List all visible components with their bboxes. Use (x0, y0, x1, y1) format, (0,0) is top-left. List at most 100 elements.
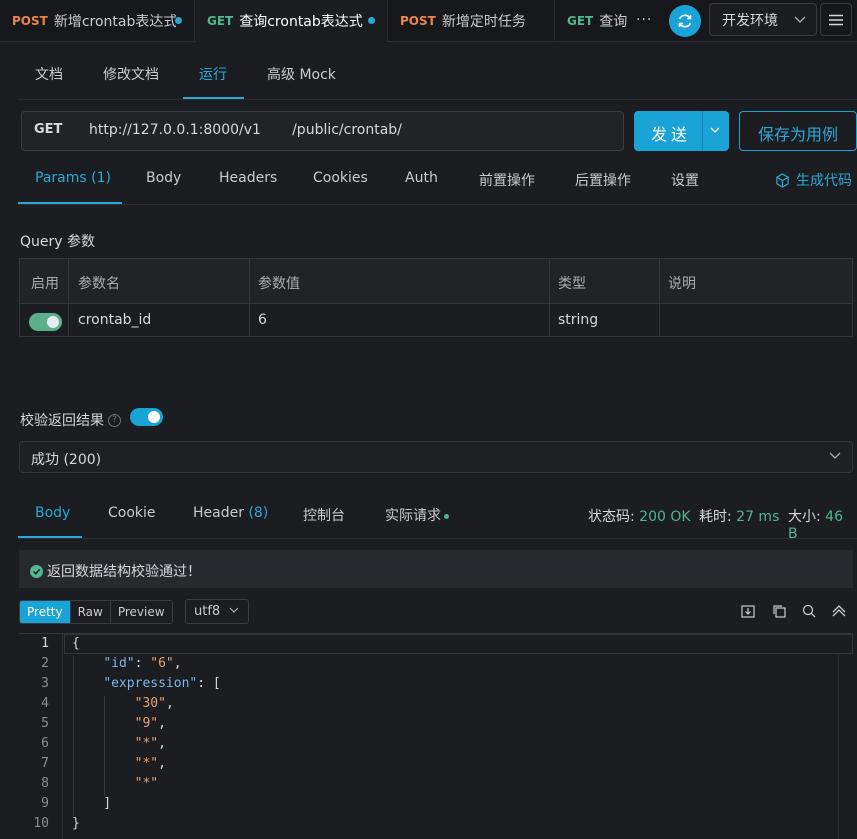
param-enabled-toggle[interactable] (29, 313, 62, 331)
code-line: "30", (134, 696, 174, 711)
col-name: 参数名 (78, 276, 120, 292)
size-label: 大小: (788, 509, 821, 525)
tab-auth[interactable]: Auth (405, 170, 438, 186)
generate-code-button[interactable]: 生成代码 (775, 170, 852, 190)
response-tab-header[interactable]: Header (8) (193, 505, 268, 521)
download-icon[interactable] (740, 603, 756, 619)
response-tab-console[interactable]: 控制台 (303, 505, 345, 525)
param-name-cell[interactable]: crontab_id (78, 312, 151, 328)
params-table: 启用 参数名 参数值 类型 说明 crontab_id 6 string (19, 258, 853, 337)
verify-response-row: 校验返回结果 ? (20, 410, 121, 430)
format-raw[interactable]: Raw (71, 601, 111, 623)
response-status-select[interactable] (19, 441, 853, 473)
response-tab-cookie[interactable]: Cookie (108, 505, 156, 521)
tab-body[interactable]: Body (146, 170, 181, 186)
request-tab-get-crontab[interactable]: GET 查询crontab表达式 (195, 0, 388, 42)
col-desc: 说明 (668, 276, 696, 292)
verify-label: 校验返回结果 (20, 413, 104, 429)
chevron-down-icon (829, 452, 841, 459)
tab-method: GET (567, 14, 594, 28)
code-line: } (72, 816, 80, 831)
current-line-highlight (64, 634, 853, 654)
divider (18, 538, 857, 539)
request-tab-post-task[interactable]: POST 新增定时任务 (388, 0, 555, 42)
subnav-docs[interactable]: 文档 (35, 64, 63, 84)
request-tab-get-query[interactable]: GET 查询 (555, 0, 630, 42)
tab-cookies[interactable]: Cookies (313, 170, 368, 186)
line-number: 7 (41, 756, 49, 771)
format-preview[interactable]: Preview (111, 601, 172, 623)
encoding-label: utf8 (194, 604, 221, 619)
param-type-cell[interactable]: string (558, 312, 598, 328)
header-count: (8) (248, 505, 269, 521)
url-text[interactable]: http://127.0.0.1:8000/v1 /public/crontab… (89, 122, 402, 138)
json-key: "expression" (103, 676, 198, 691)
subnav-edit-docs[interactable]: 修改文档 (103, 64, 159, 84)
response-tab-header-label: Header (193, 505, 244, 521)
code-line: "*" (72, 776, 158, 791)
menu-icon[interactable] (820, 3, 852, 36)
format-pretty[interactable]: Pretty (20, 601, 71, 623)
chevron-down-icon[interactable] (710, 127, 720, 134)
size-stat: 大小: 46 B (788, 506, 857, 542)
line-number: 4 (41, 696, 49, 711)
active-indicator (18, 202, 122, 204)
time-label: 耗时: (699, 509, 732, 525)
time-stat: 耗时: 27 ms (699, 506, 779, 526)
json-key: "id" (103, 656, 135, 671)
environment-label: 开发环境 (722, 12, 778, 29)
param-value-cell[interactable]: 6 (258, 312, 267, 328)
time-value: 27 ms (736, 509, 780, 525)
line-number: 6 (41, 736, 49, 751)
help-icon[interactable]: ? (108, 413, 121, 427)
status-code-label: 状态码: (588, 509, 635, 525)
environment-select[interactable]: 开发环境 (709, 3, 817, 36)
sync-icon[interactable] (669, 5, 701, 37)
search-icon[interactable] (801, 603, 817, 619)
line-number: 5 (41, 716, 49, 731)
json-string: "*" (134, 776, 159, 791)
tab-params[interactable]: Params (1) (35, 170, 111, 186)
line-number: 10 (33, 816, 49, 831)
tab-settings[interactable]: 设置 (671, 170, 699, 190)
code-line: "id": "6", (103, 656, 182, 671)
chevron-down-icon (794, 16, 806, 23)
method-select[interactable]: GET (34, 122, 62, 137)
save-as-case-label: 保存为用例 (758, 125, 839, 144)
copy-icon[interactable] (771, 603, 787, 619)
encoding-select[interactable]: utf8 (185, 599, 249, 624)
tab-pre-actions[interactable]: 前置操作 (479, 170, 535, 190)
editor-scrollbar[interactable] (838, 654, 853, 839)
unsaved-dot (368, 17, 375, 24)
line-number-gutter: 1 2 3 4 5 6 7 8 9 10 (19, 634, 63, 839)
collapse-icon[interactable] (831, 603, 847, 619)
format-switch: Pretty Raw Preview (19, 600, 173, 624)
validation-message: 返回数据结构校验通过！ (30, 561, 201, 581)
line-number: 1 (41, 636, 49, 651)
col-value: 参数值 (258, 276, 300, 292)
json-string: "6" (150, 656, 174, 671)
cube-icon (776, 172, 789, 188)
subnav-run[interactable]: 运行 (199, 64, 227, 84)
code-line: "*", (134, 756, 166, 771)
tab-title: 查询crontab表达式 (239, 14, 363, 30)
tab-method: GET (207, 14, 234, 28)
subnav-advanced-mock[interactable]: 高级 Mock (267, 64, 336, 84)
response-tab-actual-request[interactable]: 实际请求 (385, 505, 449, 525)
query-params-title: Query 参数 (20, 234, 95, 250)
code-line: { (72, 636, 80, 651)
tab-headers[interactable]: Headers (219, 170, 277, 186)
divider (702, 111, 703, 151)
json-string: "30" (134, 696, 166, 711)
code-line: "*", (134, 736, 166, 751)
line-number: 3 (41, 676, 49, 691)
status-code-value: 200 OK (639, 509, 691, 525)
tab-post-actions[interactable]: 后置操作 (575, 170, 631, 190)
request-tab-post-crontab[interactable]: POST 新增crontab表达式 (0, 0, 195, 42)
line-number: 8 (41, 776, 49, 791)
more-tabs-button[interactable]: ··· (636, 12, 652, 28)
verify-toggle[interactable] (130, 408, 163, 426)
response-tab-body[interactable]: Body (35, 505, 70, 521)
tab-title: 新增crontab表达式 (53, 14, 176, 30)
json-string: "*" (134, 736, 159, 751)
